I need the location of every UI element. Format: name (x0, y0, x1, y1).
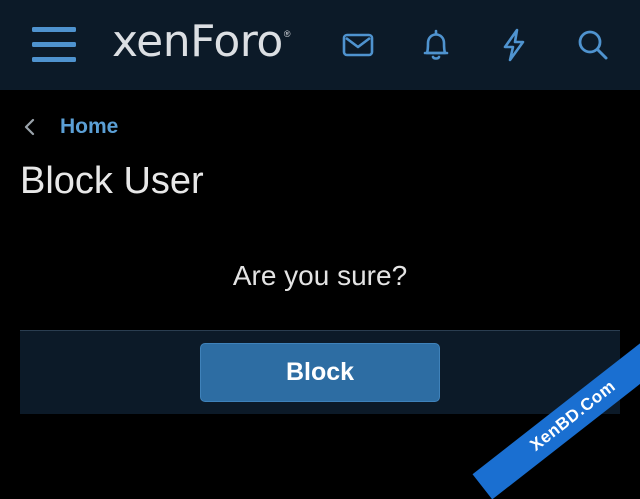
envelope-icon (342, 33, 374, 57)
menu-icon (32, 27, 76, 62)
breadcrumb: Home (22, 112, 118, 142)
confirmation-message: Are you sure? (232, 260, 408, 291)
form-submit-row: Block (20, 330, 620, 414)
logo-text: xenForo (112, 16, 283, 67)
chevron-left-icon (24, 118, 35, 136)
search-icon (578, 30, 608, 60)
site-logo[interactable]: xenForo ® (112, 20, 291, 70)
search-button[interactable] (575, 27, 611, 63)
bell-icon (423, 29, 449, 60)
whats-new-button[interactable] (496, 27, 532, 63)
logo-registered-mark: ® (283, 29, 291, 39)
breadcrumb-home-link[interactable]: Home (60, 115, 118, 139)
menu-button[interactable] (28, 24, 82, 66)
breadcrumb-back[interactable] (22, 117, 38, 137)
block-button[interactable]: Block (200, 343, 440, 402)
bolt-icon (503, 28, 525, 62)
inbox-button[interactable] (340, 27, 376, 63)
alerts-button[interactable] (418, 27, 454, 63)
page-title: Block User (20, 160, 204, 202)
app-header: xenForo ® (0, 0, 640, 90)
